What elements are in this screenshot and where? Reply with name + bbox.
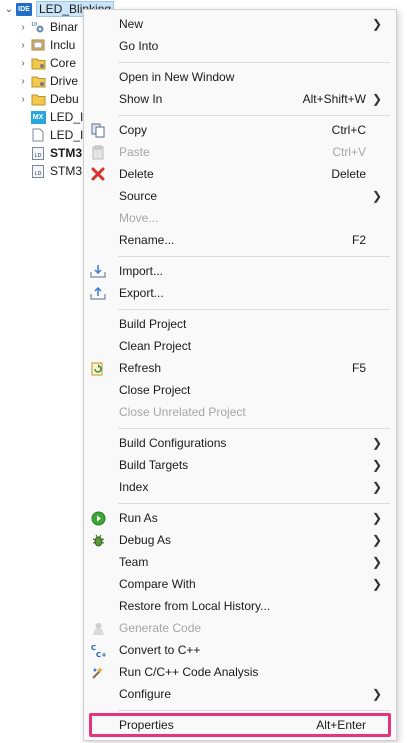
tree-item-debug[interactable]: › Debu [16, 90, 79, 108]
chevron-right-icon: ❯ [371, 687, 382, 701]
menu-item-copy[interactable]: Copy Ctrl+C [84, 119, 396, 141]
paste-icon [90, 144, 106, 160]
tree-item-label: Binar [50, 20, 79, 34]
svg-text:C+: C+ [96, 651, 106, 658]
menu-separator [118, 309, 390, 310]
menu-item-move[interactable]: Move... [84, 207, 396, 229]
import-icon [90, 263, 106, 279]
linker-file-icon: LD [30, 164, 46, 178]
chevron-right-icon[interactable]: › [16, 76, 30, 87]
menu-item-build-configurations[interactable]: Build Configurations ❯ [84, 432, 396, 454]
menu-item-source[interactable]: Source ❯ [84, 185, 396, 207]
convert-cpp-icon: C C+ [90, 642, 106, 658]
chevron-right-icon: ❯ [371, 189, 382, 203]
generate-code-icon [90, 620, 106, 636]
tree-item-linker-ram[interactable]: LD STM3 [30, 162, 82, 180]
code-analysis-icon [90, 664, 106, 680]
folder-icon [30, 74, 46, 88]
menu-item-rename[interactable]: Rename... F2 [84, 229, 396, 251]
chevron-right-icon: ❯ [371, 17, 382, 31]
chevron-down-icon[interactable]: ⌄ [2, 4, 16, 15]
chevron-right-icon: ❯ [371, 577, 382, 591]
menu-item-restore-local-history[interactable]: Restore from Local History... [84, 595, 396, 617]
menu-item-new[interactable]: New ❯ [84, 13, 396, 35]
chevron-right-icon[interactable]: › [16, 22, 30, 33]
chevron-right-icon: ❯ [371, 555, 382, 569]
menu-item-team[interactable]: Team ❯ [84, 551, 396, 573]
copy-icon [90, 122, 106, 138]
includes-icon [30, 38, 46, 52]
export-icon [90, 285, 106, 301]
debug-bug-icon [90, 532, 106, 548]
tree-item-label: Debu [50, 92, 79, 106]
chevron-right-icon: ❯ [371, 92, 382, 106]
tree-item-binaries[interactable]: › 10 Binar [16, 18, 78, 36]
menu-item-configure[interactable]: Configure ❯ [84, 683, 396, 705]
menu-item-go-into[interactable]: Go Into [84, 35, 396, 57]
menu-separator [118, 256, 390, 257]
chevron-right-icon: ❯ [371, 458, 382, 472]
file-icon [30, 128, 46, 142]
ide-project-icon: IDE [16, 2, 32, 16]
menu-item-paste[interactable]: Paste Ctrl+V [84, 141, 396, 163]
menu-item-import[interactable]: Import... [84, 260, 396, 282]
menu-item-clean-project[interactable]: Clean Project [84, 335, 396, 357]
tree-item-label: STM3 [50, 146, 83, 160]
tree-item-launch-file[interactable]: LED_I [30, 126, 83, 144]
mx-file-icon: MX [30, 110, 46, 124]
menu-item-index[interactable]: Index ❯ [84, 476, 396, 498]
tree-item-label: Inclu [50, 38, 76, 52]
chevron-right-icon[interactable]: › [16, 94, 30, 105]
menu-item-show-in[interactable]: Show In Alt+Shift+W ❯ [84, 88, 396, 110]
chevron-right-icon[interactable]: › [16, 40, 30, 51]
context-menu: New ❯ Go Into Open in New Window Show In… [83, 9, 397, 741]
tree-item-core[interactable]: › Core [16, 54, 76, 72]
menu-separator [118, 62, 390, 63]
menu-separator [118, 503, 390, 504]
menu-item-close-project[interactable]: Close Project [84, 379, 396, 401]
tree-item-drivers[interactable]: › Drive [16, 72, 78, 90]
chevron-right-icon: ❯ [371, 511, 382, 525]
tree-item-label: LED_I [50, 110, 84, 124]
menu-item-refresh[interactable]: Refresh F5 [84, 357, 396, 379]
delete-icon [90, 166, 106, 182]
tree-item-linker-flash[interactable]: LD STM3 [30, 144, 82, 162]
menu-item-build-project[interactable]: Build Project [84, 313, 396, 335]
menu-item-build-targets[interactable]: Build Targets ❯ [84, 454, 396, 476]
tree-item-label: STM3 [50, 164, 83, 178]
svg-text:10: 10 [31, 22, 37, 28]
menu-item-generate-code[interactable]: Generate Code [84, 617, 396, 639]
menu-separator [118, 115, 390, 116]
tree-item-label: Drive [50, 74, 79, 88]
menu-item-delete[interactable]: Delete Delete [84, 163, 396, 185]
chevron-right-icon: ❯ [371, 480, 382, 494]
linker-file-icon: LD [30, 146, 46, 160]
properties-highlight-box [89, 713, 391, 737]
menu-separator [118, 710, 390, 711]
refresh-icon [90, 360, 106, 376]
run-icon [90, 510, 106, 526]
menu-item-convert-to-cpp[interactable]: C C+ Convert to C++ [84, 639, 396, 661]
folder-icon [30, 92, 46, 106]
menu-item-open-in-new-window[interactable]: Open in New Window [84, 66, 396, 88]
menu-item-export[interactable]: Export... [84, 282, 396, 304]
tree-item-label: Core [50, 56, 77, 70]
tree-item-label: LED_I [50, 128, 84, 142]
menu-item-close-unrelated-project[interactable]: Close Unrelated Project [84, 401, 396, 423]
chevron-right-icon: ❯ [371, 436, 382, 450]
binaries-icon: 10 [30, 20, 46, 34]
tree-item-ioc-file[interactable]: MX LED_I [30, 108, 83, 126]
menu-item-compare-with[interactable]: Compare With ❯ [84, 573, 396, 595]
tree-item-includes[interactable]: › Inclu [16, 36, 75, 54]
menu-item-run-as[interactable]: Run As ❯ [84, 507, 396, 529]
menu-item-debug-as[interactable]: Debug As ❯ [84, 529, 396, 551]
chevron-right-icon: ❯ [371, 533, 382, 547]
folder-icon [30, 56, 46, 70]
chevron-right-icon[interactable]: › [16, 58, 30, 69]
menu-separator [118, 428, 390, 429]
menu-item-run-code-analysis[interactable]: Run C/C++ Code Analysis [84, 661, 396, 683]
